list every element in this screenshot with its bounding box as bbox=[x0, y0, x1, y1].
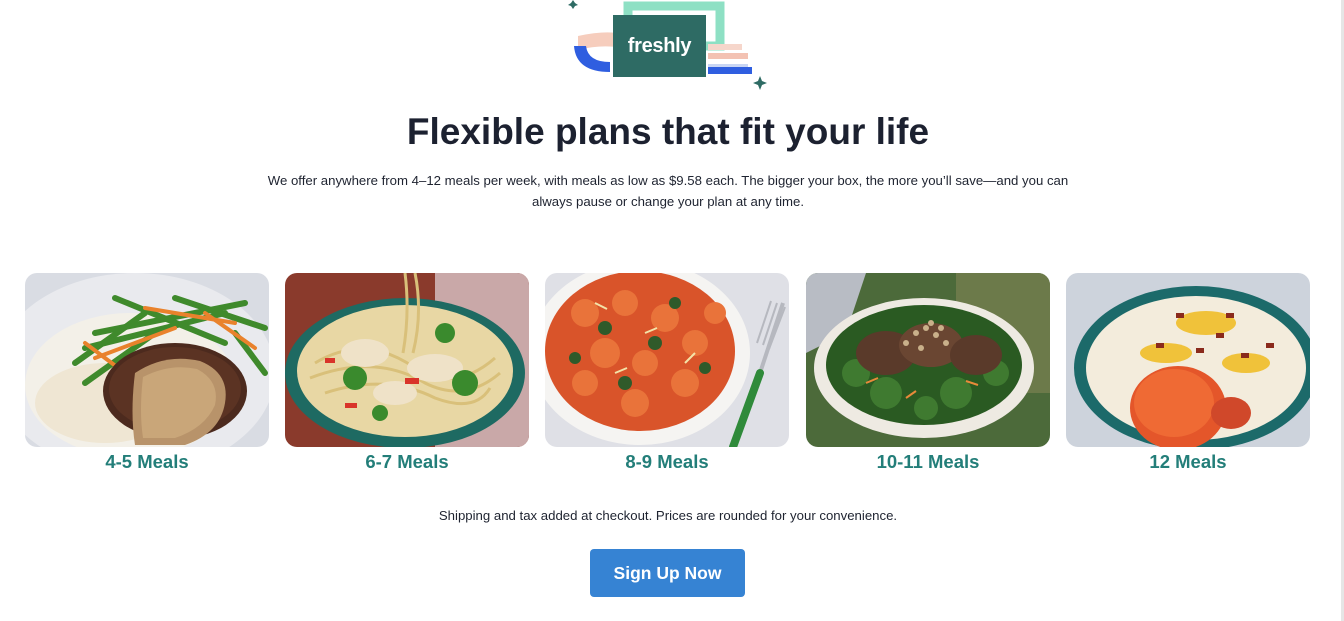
plan-card-10-11-meals[interactable]: 10-11 Meals bbox=[806, 273, 1050, 478]
plans-description: We offer anywhere from 4–12 meals per we… bbox=[267, 173, 1069, 209]
plan-card-12-meals[interactable]: 12 Meals bbox=[1066, 273, 1310, 478]
plan-label: 6-7 Meals bbox=[365, 451, 449, 472]
shipping-note: Shipping and tax added at checkout. Pric… bbox=[438, 508, 898, 523]
plan-image-steak-meal bbox=[25, 273, 269, 447]
plan-image-pork-greens-bowl bbox=[806, 273, 1050, 447]
freshly-logo: freshly bbox=[566, 0, 772, 96]
plan-image-pasta bbox=[545, 273, 789, 447]
plan-label: 12 Meals bbox=[1149, 451, 1227, 472]
plan-card-8-9-meals[interactable]: 8-9 Meals bbox=[545, 273, 789, 478]
plan-card-4-5-meals[interactable]: 4-5 Meals bbox=[25, 273, 269, 478]
logo-wordmark: freshly bbox=[613, 15, 706, 77]
plan-image-loaded-potatoes bbox=[1066, 273, 1310, 447]
plan-image-noodle-bowl bbox=[285, 273, 529, 447]
plan-label: 4-5 Meals bbox=[105, 451, 189, 472]
plan-card-6-7-meals[interactable]: 6-7 Meals bbox=[285, 273, 529, 478]
plan-options: 4-5 Meals 6-7 Meals 8-9 Meals 10-11 Meal… bbox=[25, 273, 1311, 478]
sign-up-button[interactable]: Sign Up Now bbox=[590, 549, 745, 597]
page-title: Flexible plans that fit your life bbox=[406, 111, 930, 152]
plan-label: 10-11 Meals bbox=[876, 451, 980, 472]
plan-label: 8-9 Meals bbox=[625, 451, 709, 472]
plans-page: freshly Flexible plans that fit your lif… bbox=[0, 0, 1344, 621]
